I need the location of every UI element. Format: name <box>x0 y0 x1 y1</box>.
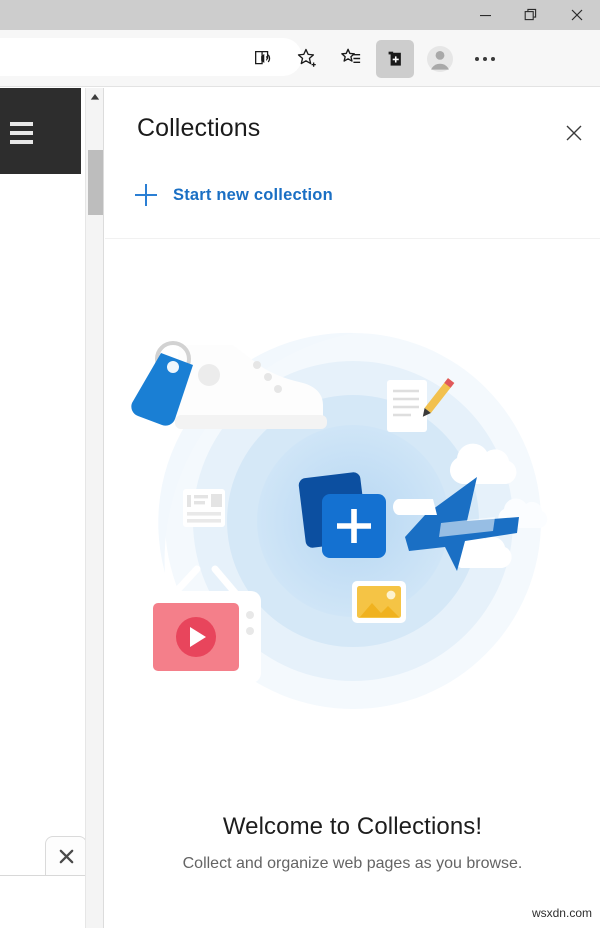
restore-button[interactable] <box>508 0 554 30</box>
header-divider <box>105 238 600 239</box>
page-divider <box>0 875 87 876</box>
close-overlay-button[interactable] <box>45 836 87 876</box>
scroll-up-button[interactable] <box>86 88 104 106</box>
article-card-icon <box>183 489 225 527</box>
empty-state-heading: Welcome to Collections! <box>222 813 483 840</box>
start-new-collection-button[interactable]: Start new collection <box>135 184 333 206</box>
page-scrollbar[interactable] <box>85 88 104 928</box>
toolbar-actions <box>244 30 504 87</box>
browser-window: Collections Start new collection Welcome… <box>0 0 600 928</box>
title-bar <box>0 0 600 30</box>
profile-button[interactable] <box>420 40 460 78</box>
favorites-list-icon <box>340 48 360 64</box>
settings-more-icon <box>475 56 495 61</box>
settings-and-more-button[interactable] <box>466 40 504 78</box>
close-icon <box>571 9 583 21</box>
menu-hamburger-icon[interactable] <box>10 122 33 144</box>
collections-close-button[interactable] <box>557 116 591 150</box>
minimize-button[interactable] <box>462 0 508 30</box>
collections-icon <box>388 51 401 66</box>
image-thumbnail-icon <box>352 581 406 623</box>
read-aloud-button[interactable] <box>244 40 282 78</box>
start-new-collection-label: Start new collection <box>173 185 333 204</box>
close-icon <box>59 849 73 864</box>
close-icon <box>566 125 582 141</box>
collections-welcome-illustration <box>105 323 600 723</box>
favorite-star-icon <box>297 48 316 67</box>
window-controls <box>462 0 600 30</box>
collections-empty-state: Welcome to Collections! Collect and orga… <box>105 813 600 876</box>
minimize-icon <box>479 14 491 16</box>
profile-avatar-icon <box>427 45 453 72</box>
favorites-list-button[interactable] <box>332 40 370 78</box>
plus-icon <box>135 184 157 206</box>
browser-toolbar <box>0 30 600 87</box>
close-button[interactable] <box>554 0 600 30</box>
scroll-thumb[interactable] <box>88 150 103 215</box>
collections-panel: Collections Start new collection Welcome… <box>105 88 600 928</box>
site-header-block <box>0 88 81 174</box>
restore-icon <box>524 8 537 21</box>
collections-button[interactable] <box>376 39 414 78</box>
read-aloud-icon <box>255 50 271 64</box>
watermark-text: wsxdn.com <box>531 906 592 920</box>
collections-title: Collections <box>137 114 261 142</box>
scroll-up-arrow-icon <box>90 94 100 100</box>
empty-state-body: Collect and organize web pages as you br… <box>182 855 523 872</box>
collections-header: Collections Start new collection <box>105 88 600 238</box>
add-favorite-button[interactable] <box>288 40 326 78</box>
